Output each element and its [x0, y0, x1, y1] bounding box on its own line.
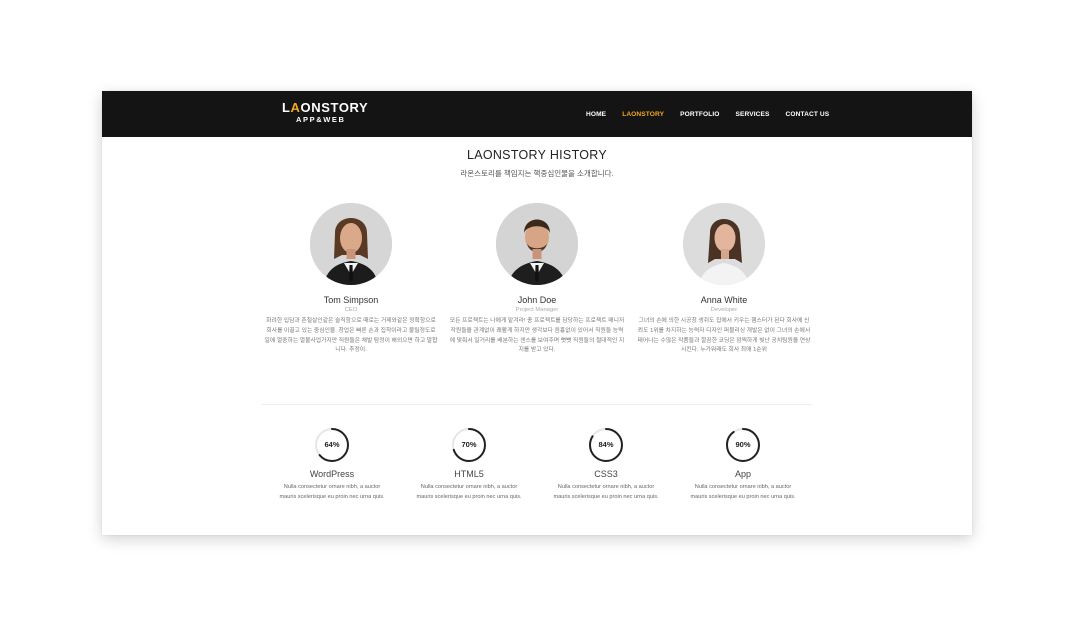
- skill-name: CSS3: [594, 469, 618, 479]
- nav-portfolio[interactable]: PORTFOLIO: [680, 111, 719, 118]
- skill-desc-line: mauris scelerisque eu proin nec urna qui…: [279, 493, 385, 500]
- member-name: Anna White: [700, 295, 748, 305]
- skill-percent: 84%: [598, 440, 614, 449]
- progress-ring: 70%: [451, 427, 487, 463]
- member-role: Developer: [710, 307, 738, 313]
- avatar-portrait-icon: [310, 203, 392, 285]
- team-member-card: John Doe Project Manager 모든 프로젝트는 나에게 맡겨…: [445, 203, 629, 356]
- nav-services[interactable]: SERVICES: [736, 111, 770, 118]
- skill-desc-line: mauris scelerisque eu proin nec urna qui…: [553, 493, 659, 500]
- member-description: 모든 프로젝트는 나에게 맡겨라! 총 프로젝트를 담당하는 프로젝트 매니저 …: [449, 318, 625, 354]
- skill-description: Nulla consectetur ornare nibh, a auctor …: [262, 483, 402, 502]
- progress-ring: 84%: [588, 427, 624, 463]
- logo-accent-letter: A: [290, 100, 301, 115]
- skill-percent: 70%: [461, 440, 477, 449]
- main-menu: HOME LAONSTORY PORTFOLIO SERVICES CONTAC…: [586, 91, 845, 137]
- team-member-card: Anna White Developer 그녀의 손에 의한 시공창 생쥐도 집…: [632, 203, 816, 356]
- member-name: John Doe: [517, 295, 557, 305]
- skill-desc-line: Nulla consectetur ornare nibh, a auctor: [283, 484, 381, 490]
- skill-desc-line: Nulla consectetur ornare nibh, a auctor: [420, 484, 518, 490]
- progress-ring: 90%: [725, 427, 761, 463]
- member-name: Tom Simpson: [323, 295, 379, 305]
- member-description: 화려한 입담과 촌철살인같은 솔직함으로 때로는 거제와같은 정확함으로 회사를…: [264, 318, 438, 354]
- skill-description: Nulla consectetur ornare nibh, a auctor …: [673, 483, 813, 502]
- skill-desc-line: mauris scelerisque eu proin nec urna qui…: [416, 493, 522, 500]
- skill-card: 64% WordPress Nulla consectetur ornare n…: [262, 427, 402, 502]
- website-frame: LAONSTORY APP&WEB HOME LAONSTORY PORTFOL…: [102, 91, 972, 535]
- skill-desc-line: Nulla consectetur ornare nibh, a auctor: [694, 484, 792, 490]
- section-divider: [262, 404, 812, 405]
- logo-tagline: APP&WEB: [296, 115, 346, 124]
- avatar-portrait-icon: [683, 203, 765, 285]
- logo-rest: ONSTORY: [300, 100, 369, 115]
- nav-contact-us[interactable]: CONTACT US: [786, 111, 830, 118]
- skill-card: 90% App Nulla consectetur ornare nibh, a…: [673, 427, 813, 502]
- logo-lead: L: [282, 100, 291, 115]
- nav-home[interactable]: HOME: [586, 111, 606, 118]
- team-member-card: Tom Simpson CEO 화려한 입담과 촌철살인같은 솔직함으로 때로는…: [259, 203, 443, 356]
- logo-wordmark: LAONSTORY: [282, 101, 368, 115]
- avatar: [683, 203, 765, 285]
- member-description: 그녀의 손에 의한 시공창 생쥐도 집에서 키우는 햄스터가 된다 회사에 신뢰…: [637, 318, 811, 354]
- history-title: LAONSTORY HISTORY: [466, 148, 608, 162]
- skill-card: 84% CSS3 Nulla consectetur ornare nibh, …: [536, 427, 676, 502]
- skill-percent: 64%: [324, 440, 340, 449]
- skill-name: App: [734, 469, 751, 479]
- member-role: CEO: [344, 307, 358, 313]
- skill-name: WordPress: [309, 469, 355, 479]
- history-subtitle: 라온스토리를 책임지는 핵중심인물을 소개합니다.: [460, 169, 614, 178]
- avatar: [496, 203, 578, 285]
- progress-ring: 64%: [314, 427, 350, 463]
- top-navbar: LAONSTORY APP&WEB HOME LAONSTORY PORTFOL…: [102, 91, 972, 137]
- skill-desc-line: mauris scelerisque eu proin nec urna qui…: [690, 493, 796, 500]
- avatar: [310, 203, 392, 285]
- brand-logo[interactable]: LAONSTORY APP&WEB: [282, 101, 368, 127]
- skill-name: HTML5: [454, 469, 484, 479]
- skill-percent: 90%: [735, 440, 751, 449]
- skill-desc-line: Nulla consectetur ornare nibh, a auctor: [557, 484, 655, 490]
- member-role: Project Manager: [515, 307, 559, 313]
- avatar-portrait-icon: [496, 203, 578, 285]
- skill-description: Nulla consectetur ornare nibh, a auctor …: [536, 483, 676, 502]
- nav-laonstory[interactable]: LAONSTORY: [622, 111, 664, 118]
- skill-description: Nulla consectetur ornare nibh, a auctor …: [399, 483, 539, 502]
- skill-card: 70% HTML5 Nulla consectetur ornare nibh,…: [399, 427, 539, 502]
